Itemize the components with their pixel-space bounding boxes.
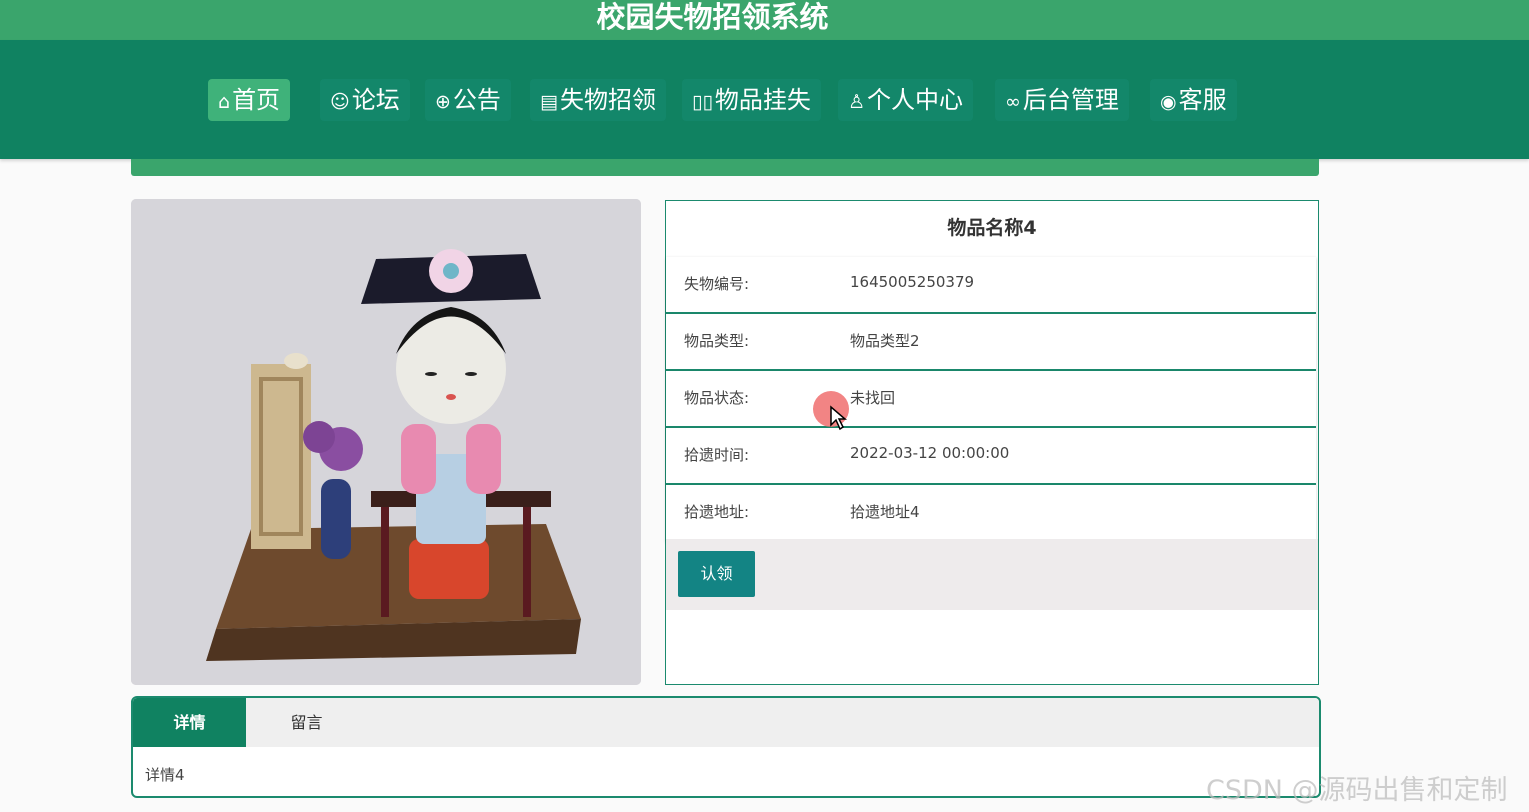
item-name: 物品名称4 — [947, 217, 1037, 239]
tab-content: 详情4 — [145, 766, 185, 784]
nav-label: 后台管理 — [1022, 86, 1119, 114]
info-row-lost-id: 失物编号: 1645005250379 — [666, 257, 1316, 314]
nav-item-lost-found[interactable]: ▤失物招领 — [530, 79, 666, 121]
home-icon: ⌂ — [218, 91, 231, 113]
info-value: 拾遗地址4 — [850, 503, 920, 521]
accent-strip — [131, 159, 1319, 176]
info-value: 物品类型2 — [850, 332, 920, 350]
nav-item-personal-center[interactable]: ♙个人中心 — [838, 79, 974, 121]
cards-icon: ▯▯ — [692, 91, 713, 113]
main-nav: ⌂首页 ☺论坛 ⊕公告 ▤失物招领 ▯▯物品挂失 ♙个人中心 ∞后台管理 ◉客服 — [0, 40, 1529, 159]
info-value: 1645005250379 — [850, 273, 975, 291]
nav-label: 论坛 — [351, 86, 400, 114]
nav-item-announcement[interactable]: ⊕公告 — [425, 79, 511, 121]
info-row-item-status: 物品状态: 未找回 — [666, 371, 1316, 428]
document-icon: ▤ — [540, 91, 558, 113]
info-row-found-address: 拾遗地址: 拾遗地址4 — [666, 485, 1316, 542]
info-label: 物品类型: — [684, 332, 750, 350]
tab-bar: 详情 留言 — [133, 698, 1319, 747]
item-photo — [131, 199, 641, 685]
action-area: 认领 — [666, 539, 1318, 610]
nav-label: 首页 — [232, 86, 281, 114]
nav-label: 客服 — [1178, 86, 1227, 114]
info-label: 失物编号: — [684, 275, 750, 293]
tab-messages[interactable]: 留言 — [250, 698, 363, 747]
doll-figurine-image — [131, 199, 641, 685]
nav-label: 公告 — [452, 86, 501, 114]
nav-item-home[interactable]: ⌂首页 — [208, 79, 291, 121]
site-title: 校园失物招领系统 — [596, 0, 829, 34]
forum-icon: ☺ — [330, 91, 350, 113]
claim-button[interactable]: 认领 — [678, 551, 755, 597]
watermark: CSDN @源码出售和定制 — [1206, 775, 1508, 806]
info-row-found-time: 拾遗时间: 2022-03-12 00:00:00 — [666, 428, 1316, 485]
nav-label: 个人中心 — [867, 86, 964, 114]
detail-tabs: 详情 留言 详情4 — [131, 696, 1321, 798]
nav-item-customer-service[interactable]: ◉客服 — [1150, 79, 1237, 121]
item-detail-panel: 物品名称4 失物编号: 1645005250379 物品类型: 物品类型2 物品… — [665, 200, 1319, 685]
top-banner: 校园失物招领系统 — [0, 0, 1529, 40]
globe-icon: ⊕ — [435, 91, 451, 113]
nav-item-admin[interactable]: ∞后台管理 — [995, 79, 1129, 121]
info-value: 未找回 — [850, 389, 896, 407]
user-icon: ♙ — [848, 91, 866, 113]
nav-item-report-loss[interactable]: ▯▯物品挂失 — [682, 79, 821, 121]
nav-label: 物品挂失 — [714, 86, 811, 114]
nav-label: 失物招领 — [559, 86, 656, 114]
link-icon: ∞ — [1005, 91, 1021, 113]
info-label: 物品状态: — [684, 389, 750, 407]
info-label: 拾遗地址: — [684, 503, 750, 521]
info-row-item-type: 物品类型: 物品类型2 — [666, 314, 1316, 371]
wechat-icon: ◉ — [1160, 91, 1177, 113]
nav-item-forum[interactable]: ☺论坛 — [320, 79, 410, 121]
tab-details[interactable]: 详情 — [133, 698, 246, 747]
info-value: 2022-03-12 00:00:00 — [850, 444, 1010, 462]
info-label: 拾遗时间: — [684, 446, 750, 464]
mouse-pointer-icon — [830, 405, 847, 431]
